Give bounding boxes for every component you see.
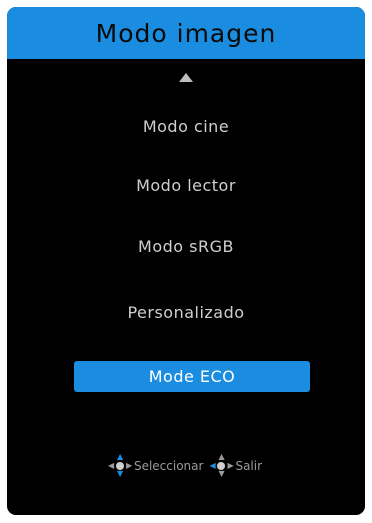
- joystick-icon: ▲ ◀ ▶ ▼: [209, 452, 234, 478]
- exit-hint-label: Salir: [235, 459, 263, 473]
- menu-header: Modo imagen: [7, 7, 365, 59]
- menu-item-label: Modo sRGB: [138, 236, 234, 256]
- scroll-up-indicator[interactable]: [7, 73, 365, 82]
- menu-item-label: Personalizado: [127, 302, 245, 322]
- menu-item-personalizado[interactable]: Personalizado: [7, 297, 365, 327]
- joystick-icon: ▲ ◀ ▶ ▼: [107, 452, 133, 478]
- menu-item-label: Mode ECO: [148, 367, 236, 386]
- menu-item-label: Modo cine: [142, 116, 230, 136]
- osd-menu-panel: Modo imagen Modo cine Modo lector Modo s…: [7, 7, 365, 515]
- triangle-up-icon: [179, 73, 193, 82]
- menu-item-modo-cine[interactable]: Modo cine: [7, 111, 365, 141]
- menu-item-label: Modo lector: [136, 175, 236, 195]
- control-hints: ▲ ◀ ▶ ▼ Seleccionar ▲ ◀ ▶ ▼ Salir: [7, 452, 365, 478]
- select-hint-label: Seleccionar: [133, 459, 204, 473]
- menu-title: Modo imagen: [95, 18, 277, 48]
- menu-item-modo-lector[interactable]: Modo lector: [7, 170, 365, 200]
- menu-item-modo-srgb[interactable]: Modo sRGB: [7, 231, 365, 261]
- menu-item-mode-eco[interactable]: Mode ECO: [74, 361, 310, 392]
